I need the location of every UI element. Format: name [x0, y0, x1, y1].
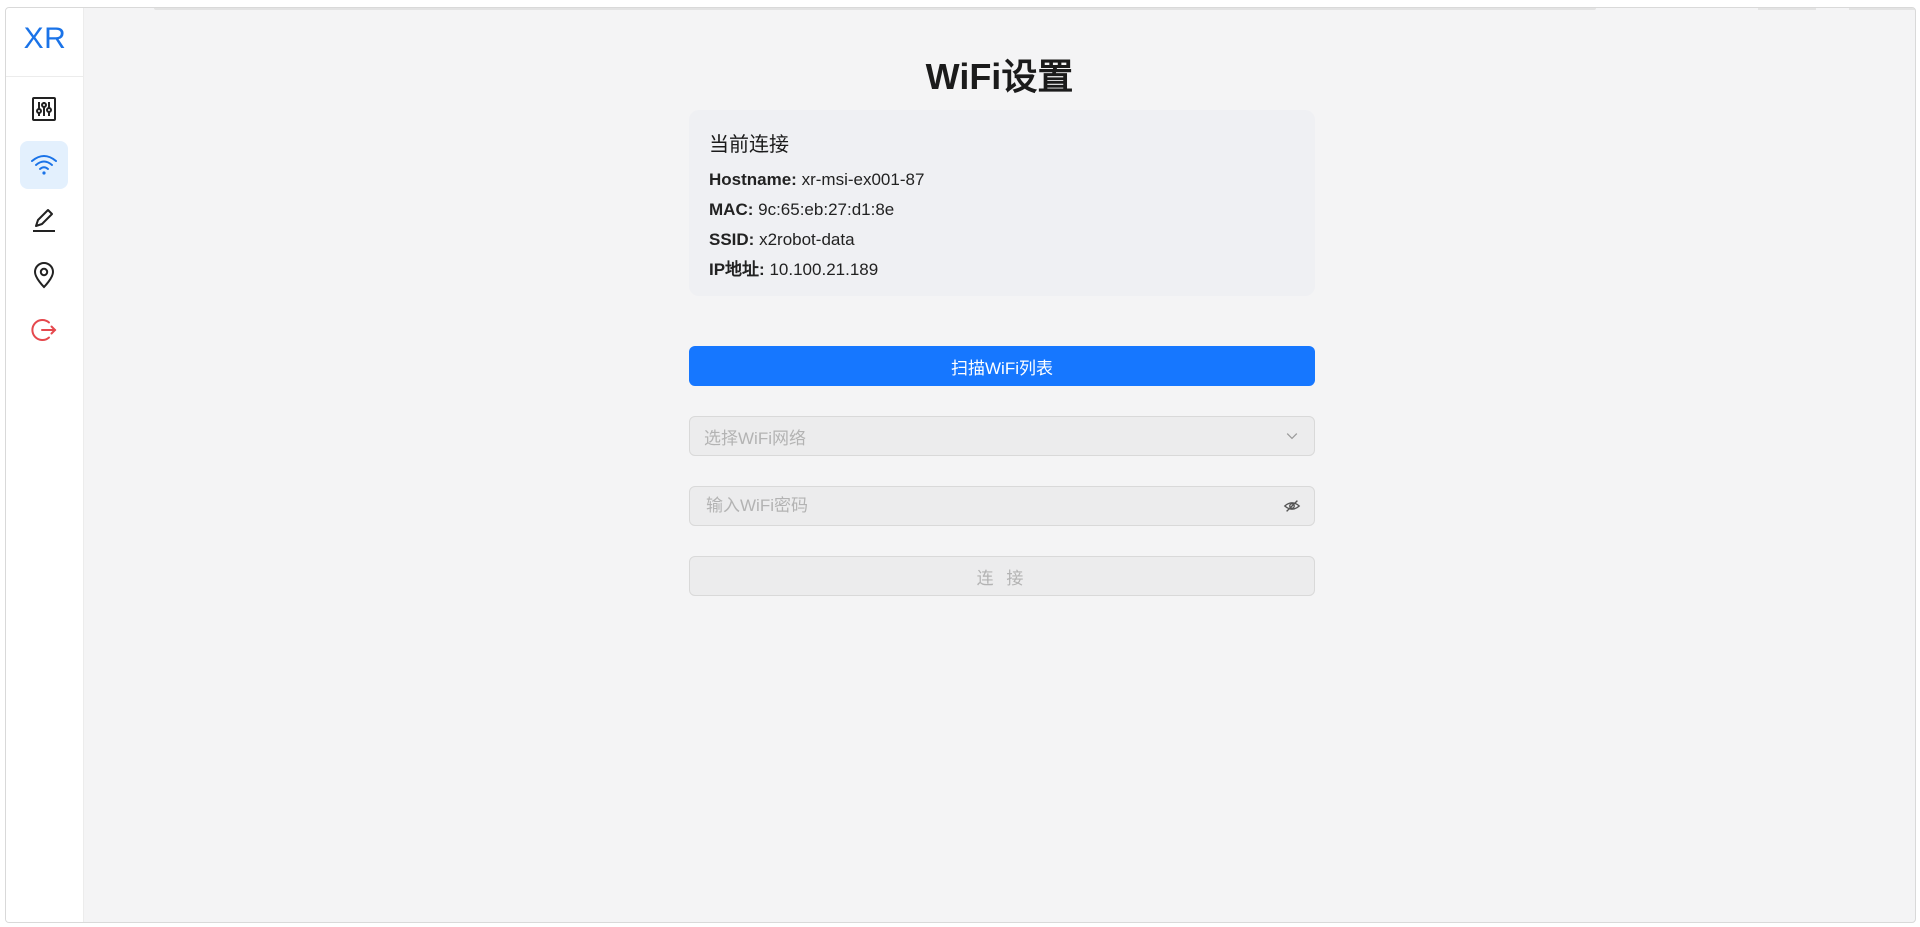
info-key: SSID:	[709, 230, 755, 249]
info-row-mac: MAC: 9c:65:eb:27:d1:8e	[709, 195, 1295, 225]
map-pin-icon	[33, 262, 55, 289]
current-connection-card: 当前连接 Hostname: xr-msi-ex001-87 MAC: 9c:6…	[689, 110, 1315, 296]
card-title: 当前连接	[709, 134, 789, 156]
app-logo: XR	[23, 22, 67, 55]
info-key: Hostname:	[709, 170, 797, 189]
info-row-hostname: Hostname: xr-msi-ex001-87	[709, 165, 1295, 195]
sidebar-item-settings[interactable]	[20, 85, 68, 133]
info-value: xr-msi-ex001-87	[801, 170, 925, 189]
select-placeholder: 选择WiFi网络	[704, 428, 806, 448]
info-row-ssid: SSID: x2robot-data	[709, 225, 1295, 255]
password-input[interactable]	[704, 495, 1245, 517]
sidebar-item-logout[interactable]	[20, 306, 68, 354]
info-row-ip: IP地址: 10.100.21.189	[709, 255, 1295, 285]
info-value: x2robot-data	[759, 230, 855, 249]
info-key: IP地址:	[709, 260, 765, 279]
info-value: 10.100.21.189	[769, 260, 879, 279]
eye-off-icon[interactable]	[1282, 496, 1302, 516]
sidebar: XR	[6, 8, 84, 922]
page-title: WiFi设置	[925, 56, 1074, 97]
wifi-icon	[31, 155, 57, 175]
wifi-password-field[interactable]	[689, 486, 1315, 526]
pen-icon	[33, 209, 55, 232]
logout-icon	[31, 319, 57, 341]
sidebar-item-location[interactable]	[20, 251, 68, 299]
wifi-network-select[interactable]: 选择WiFi网络	[689, 416, 1315, 456]
sidebar-item-wifi[interactable]	[20, 141, 68, 189]
app-window: XR WiFi设置 当前连接 Hostname: xr-msi-ex001-87…	[5, 7, 1916, 923]
scan-wifi-button[interactable]: 扫描WiFi列表	[689, 346, 1315, 386]
sliders-icon	[32, 97, 56, 121]
wifi-settings-panel: 当前连接 Hostname: xr-msi-ex001-87 MAC: 9c:6…	[689, 110, 1315, 596]
chevron-down-icon	[1282, 426, 1302, 446]
sidebar-item-edit[interactable]	[20, 196, 68, 244]
connect-button[interactable]: 连 接	[689, 556, 1315, 596]
main-content: WiFi设置 当前连接 Hostname: xr-msi-ex001-87 MA…	[84, 8, 1915, 922]
divider	[6, 76, 84, 77]
info-key: MAC:	[709, 200, 754, 219]
info-value: 9c:65:eb:27:d1:8e	[758, 200, 895, 219]
